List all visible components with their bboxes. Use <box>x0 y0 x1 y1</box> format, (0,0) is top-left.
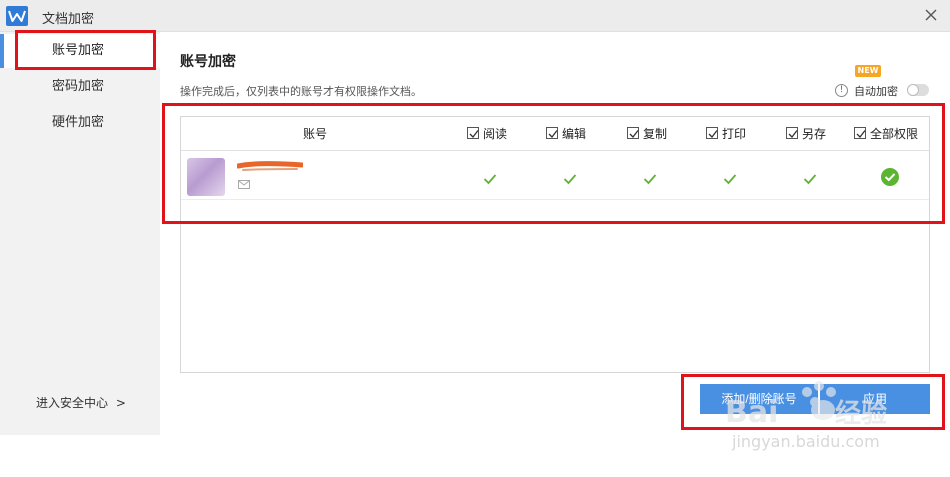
sidebar-item-account-encryption[interactable]: 账号加密 <box>0 34 160 68</box>
auto-encrypt-label: 自动加密 <box>854 85 898 98</box>
chevron-right-icon: > <box>115 396 126 410</box>
new-badge: NEW <box>855 65 881 77</box>
permission-label: 打印 <box>722 127 747 141</box>
checkbox-checked-icon[interactable] <box>786 127 798 139</box>
permission-label: 编辑 <box>562 127 587 141</box>
checkbox-checked-icon[interactable] <box>627 127 639 139</box>
security-center-link[interactable]: 进入安全中心 > <box>36 394 126 411</box>
sidebar-item-password-encryption[interactable]: 密码加密 <box>0 70 160 104</box>
close-icon[interactable] <box>922 6 940 24</box>
page-title: 账号加密 <box>180 54 236 70</box>
toggle-knob <box>907 84 919 96</box>
auto-encrypt-toggle[interactable] <box>907 84 929 96</box>
column-header-all-permissions[interactable]: 全部权限 <box>854 117 918 151</box>
copy-granted-check-icon <box>643 170 657 185</box>
svg-text:Bai: Bai <box>725 395 778 430</box>
column-header-read[interactable]: 阅读 <box>467 117 507 151</box>
sidebar: 账号加密 密码加密 硬件加密 进入安全中心 > <box>0 32 160 435</box>
all-permissions-granted-check-icon <box>881 168 899 186</box>
print-granted-check-icon <box>723 170 737 185</box>
permission-label: 复制 <box>643 127 668 141</box>
checkbox-checked-icon[interactable] <box>467 127 479 139</box>
checkbox-checked-icon[interactable] <box>706 127 718 139</box>
sidebar-item-hardware-encryption[interactable]: 硬件加密 <box>0 106 160 140</box>
mail-icon <box>238 180 250 189</box>
save-as-granted-check-icon <box>803 170 817 185</box>
edit-granted-check-icon <box>563 170 577 185</box>
column-header-edit[interactable]: 编辑 <box>546 117 586 151</box>
sidebar-item-label: 账号加密 <box>52 43 105 58</box>
wps-logo-icon <box>6 6 28 26</box>
table-row[interactable] <box>181 152 929 200</box>
column-header-account: 账号 <box>303 127 328 141</box>
description-text: 操作完成后，仅列表中的账号才有权限操作文档。 <box>180 85 422 98</box>
checkbox-checked-icon[interactable] <box>546 127 558 139</box>
window-title: 文档加密 <box>42 12 95 27</box>
svg-text:经验: 经验 <box>835 398 887 429</box>
permission-label: 另存 <box>802 127 827 141</box>
document-encryption-window: 文档加密 账号加密 密码加密 硬件加密 进入安全中心 > 账号加密 操作完成后，… <box>0 0 950 435</box>
read-granted-check-icon <box>483 170 497 185</box>
security-center-label: 进入安全中心 <box>36 396 109 410</box>
permission-label: 阅读 <box>483 127 508 141</box>
column-header-copy[interactable]: 复制 <box>627 117 667 151</box>
column-header-save-as[interactable]: 另存 <box>786 117 826 151</box>
avatar <box>187 158 225 196</box>
sidebar-item-label: 硬件加密 <box>52 115 105 130</box>
account-permission-table: 账号 阅读 编辑 复制 打印 另存 全部权限 <box>180 116 930 373</box>
column-header-print[interactable]: 打印 <box>706 117 746 151</box>
table-header: 账号 阅读 编辑 复制 打印 另存 全部权限 <box>181 117 929 151</box>
title-bar: 文档加密 <box>0 0 950 32</box>
permission-label: 全部权限 <box>870 127 919 141</box>
account-name-redacted <box>235 157 305 171</box>
checkbox-checked-icon[interactable] <box>854 127 866 139</box>
info-icon[interactable]: ! <box>835 84 848 97</box>
sidebar-item-label: 密码加密 <box>52 79 105 94</box>
watermark-url: jingyan.baidu.com <box>732 432 880 451</box>
